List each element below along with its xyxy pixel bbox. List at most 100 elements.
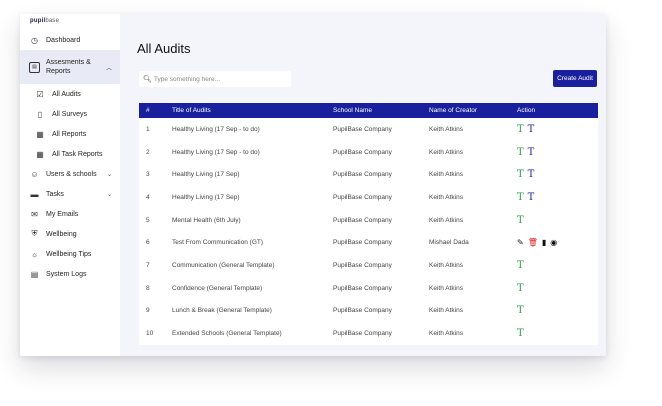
sidebar-subitem-all-task-reports[interactable]: ▦ All Task Reports: [20, 144, 120, 164]
school-name: PupilBase Company: [333, 125, 392, 133]
sidebar-item-tasks[interactable]: ▬ Tasks ⌄: [20, 184, 120, 204]
sidebar-item-dashboard[interactable]: ◷ Dashboard: [20, 30, 120, 50]
template-blue-icon[interactable]: T: [528, 169, 535, 180]
row-actions: T: [517, 283, 597, 294]
checklist-icon: ☑: [36, 89, 44, 99]
row-number: 10: [146, 330, 154, 338]
creator-name: Keith Atkins: [429, 216, 463, 224]
creator-name: Keith Atkins: [429, 171, 463, 179]
main-content: All Audits 🔍︎ Type something here... Cre…: [120, 14, 606, 356]
chevron-down-icon[interactable]: ⌄: [107, 191, 112, 198]
template-green-icon[interactable]: T: [517, 169, 524, 180]
audit-title: Healthy Living (17 Sep): [172, 171, 240, 179]
sidebar-item-label: All Surveys: [52, 110, 88, 118]
row-number: 3: [146, 171, 150, 179]
clock-icon: ◷: [31, 35, 38, 45]
creator-name: Keith Atkins: [429, 125, 463, 133]
row-number: 8: [146, 284, 150, 292]
chevron-up-icon[interactable]: ︿: [106, 63, 112, 72]
table-row[interactable]: 1 Healthy Living (17 Sep - to do) PupilBas…: [139, 118, 598, 141]
template-green-icon[interactable]: T: [517, 192, 524, 203]
sidebar-item-assessments[interactable]: ▤ Assesments & Reports ︿: [20, 50, 120, 84]
school-name: PupilBase Company: [333, 261, 392, 269]
eye-icon[interactable]: ◉: [550, 238, 557, 247]
chevron-down-icon[interactable]: ⌄: [107, 171, 112, 178]
row-actions: T: [517, 328, 597, 339]
sidebar-item-label: My Emails: [46, 210, 79, 218]
search-placeholder: Type something here...: [153, 75, 221, 83]
clipboard-icon: ▯: [37, 109, 43, 119]
table-row[interactable]: 2 Healthy Living (17 Sep - to do) PupilBas…: [139, 140, 598, 164]
template-green-icon[interactable]: T: [517, 328, 524, 339]
creator-name: Keith Atkins: [429, 193, 463, 201]
row-actions: T: [517, 305, 597, 316]
creator-name: Keith Atkins: [429, 148, 463, 156]
delete-icon[interactable]: 🗑︎: [528, 238, 538, 247]
creator-name: Keith Atkins: [429, 330, 463, 338]
row-number: 7: [146, 261, 150, 269]
audit-title: Healthy Living (17 Sep - to do): [172, 125, 260, 133]
sidebar-item-wellbeing[interactable]: ⛨ Wellbeing: [20, 224, 120, 244]
sidebar-subitem-all-audits[interactable]: ☑ All Audits: [20, 84, 120, 104]
table-row[interactable]: 4 Healthy Living (17 Sep) PupilBase Compan…: [139, 186, 598, 209]
copy-icon[interactable]: ▮: [542, 238, 546, 247]
template-blue-icon[interactable]: T: [528, 192, 535, 203]
sidebar-subitem-all-reports[interactable]: ▦ All Reports: [20, 124, 120, 144]
creator-name: Mishael Dada: [429, 239, 469, 247]
sidebar-item-system-logs[interactable]: ▤ System Logs: [20, 264, 120, 284]
row-actions: TT: [517, 169, 597, 180]
column-header: Title of Audits: [172, 107, 211, 114]
audit-title: Healthy Living (17 Sep - to do): [172, 148, 260, 156]
template-green-icon[interactable]: T: [517, 147, 524, 158]
row-number: 4: [146, 193, 150, 201]
sidebar-item-wellbeing-tips[interactable]: ☼ Wellbeing Tips: [20, 244, 120, 264]
search-input[interactable]: 🔍︎ Type something here...: [139, 71, 291, 87]
table-row[interactable]: 6 Test From Communication (GT) PupilBase C…: [139, 231, 598, 255]
row-number: 5: [146, 216, 150, 224]
shield-icon: ⛨: [31, 229, 38, 238]
template-green-icon[interactable]: T: [517, 124, 524, 135]
audit-title: Test From Communication (GT): [172, 239, 264, 247]
sidebar-item-users-schools[interactable]: ☺ Users & schools ⌄: [20, 164, 120, 184]
log-icon: ▤: [30, 269, 39, 279]
table-row[interactable]: 8 Confidence (General Template) PupilBase …: [139, 276, 598, 300]
page-title: All Audits: [137, 41, 191, 56]
row-number: 1: [146, 125, 150, 133]
row-actions: TT: [517, 147, 597, 158]
row-actions: TT: [517, 124, 597, 135]
template-green-icon[interactable]: T: [517, 260, 524, 271]
template-green-icon[interactable]: T: [517, 305, 524, 316]
school-name: PupilBase Company: [333, 307, 392, 315]
audit-title: Mental Health (6th July): [172, 216, 241, 224]
template-blue-icon[interactable]: T: [528, 124, 535, 135]
row-number: 2: [146, 148, 150, 156]
sidebar-item-label: Wellbeing Tips: [46, 250, 92, 258]
template-green-icon[interactable]: T: [517, 283, 524, 294]
table-row[interactable]: 3 Healthy Living (17 Sep) PupilBase Compan…: [139, 163, 598, 187]
template-blue-icon[interactable]: T: [528, 147, 535, 158]
row-actions: T: [517, 260, 597, 271]
sidebar-subitem-all-surveys[interactable]: ▯ All Surveys: [20, 104, 120, 124]
table-row[interactable]: 7 Communication (General Template) PupilBa…: [139, 254, 598, 277]
tasks-icon: ▬: [30, 189, 39, 199]
audit-title: Healthy Living (17 Sep): [172, 193, 240, 201]
table-row[interactable]: 9 Lunch & Break (General Template) PupilBa…: [139, 299, 598, 323]
row-number: 6: [146, 239, 150, 247]
table-row[interactable]: 5 Mental Health (6th July) PupilBase Compa…: [139, 208, 598, 232]
sidebar-item-label: All Reports: [52, 130, 87, 138]
sidebar-item-my-emails[interactable]: ✉ My Emails: [20, 204, 120, 224]
column-header: #: [146, 107, 150, 114]
bulb-icon: ☼: [30, 249, 39, 259]
sidebar-nav: ◷ Dashboard ▤ Assesments & Reports ︿ ☑ A…: [20, 30, 120, 284]
audit-title: Lunch & Break (General Template): [172, 307, 272, 315]
template-green-icon[interactable]: T: [517, 215, 524, 226]
table-row[interactable]: 10 Extended Schools (General Template) Pup…: [139, 322, 598, 345]
create-audit-button[interactable]: Create Audit: [553, 70, 597, 87]
edit-icon[interactable]: ✎: [517, 238, 524, 247]
school-name: PupilBase Company: [333, 330, 392, 338]
creator-name: Keith Atkins: [429, 261, 463, 269]
sidebar-item-label: System Logs: [46, 270, 87, 278]
sidebar-item-label: Assesments & Reports: [46, 59, 91, 75]
school-name: PupilBase Company: [333, 216, 392, 224]
school-name: PupilBase Company: [333, 239, 392, 247]
